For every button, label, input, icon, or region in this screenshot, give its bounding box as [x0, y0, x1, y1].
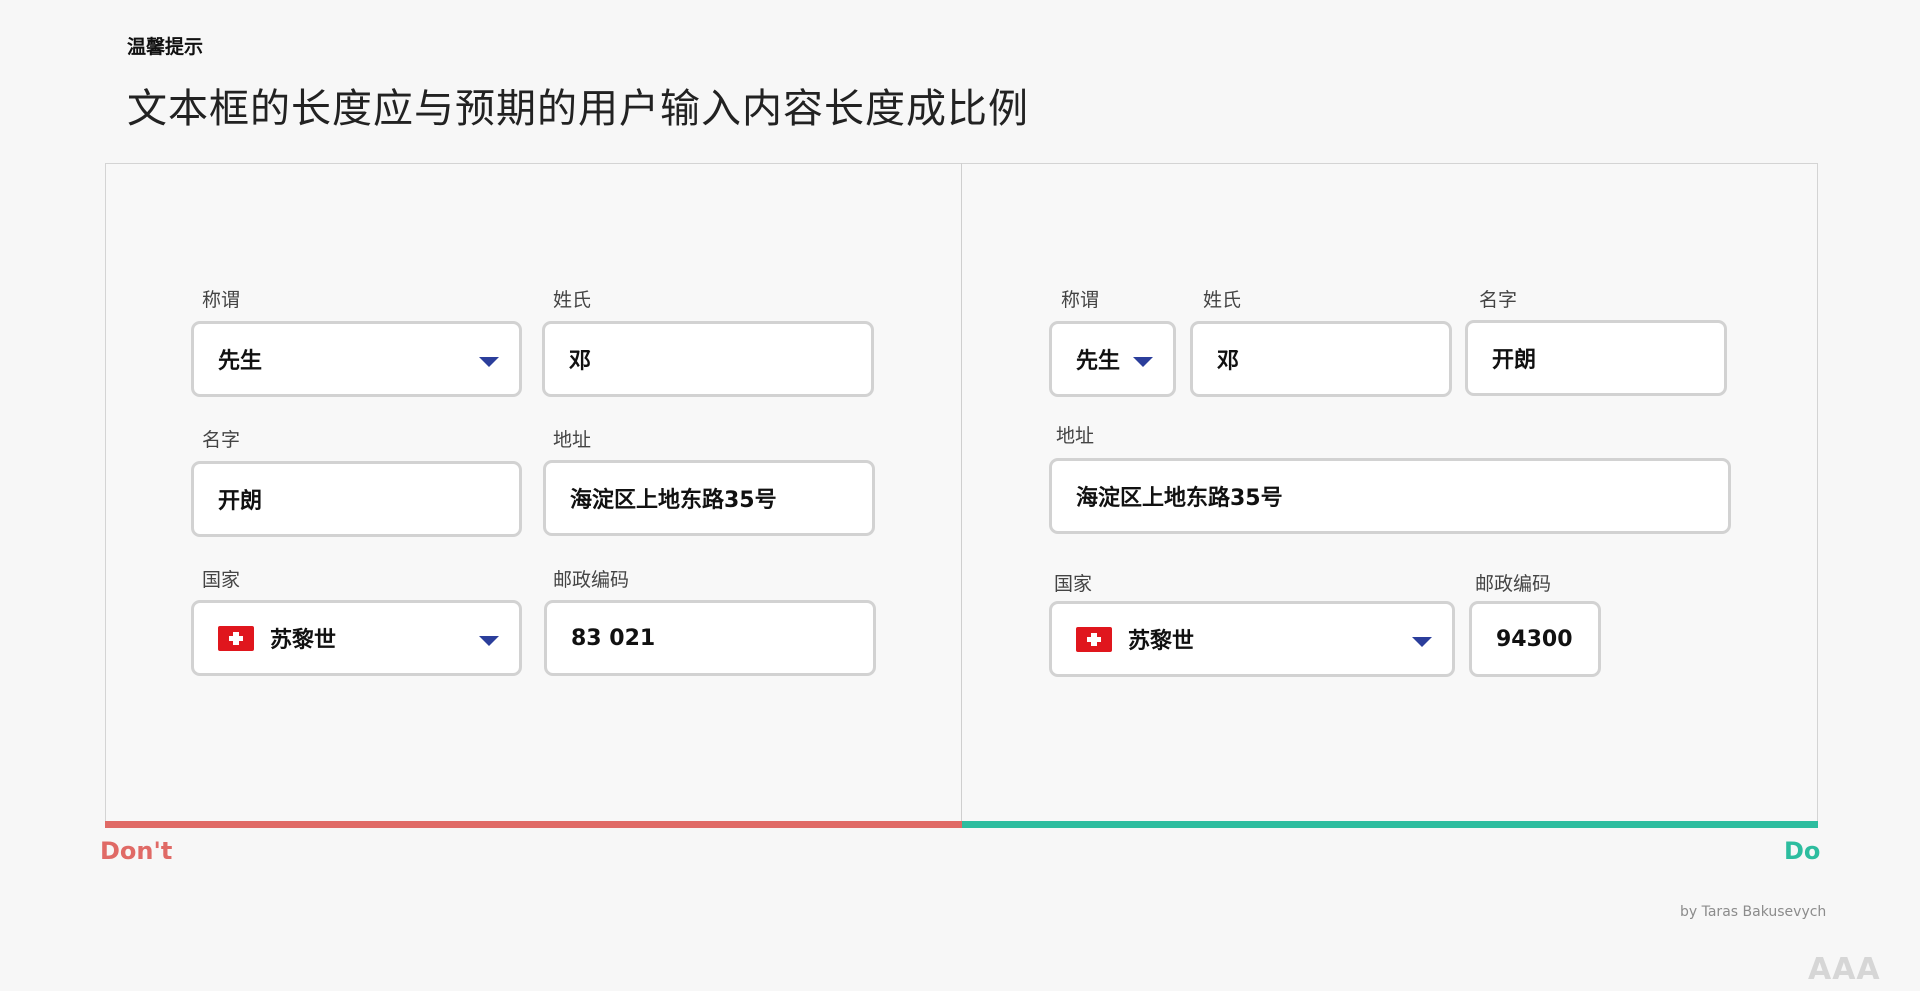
postal-code-input[interactable]: 83 021 — [544, 600, 876, 676]
country-label: 国家 — [202, 569, 241, 591]
postal-code-value: 94300 — [1496, 626, 1573, 652]
chevron-down-icon — [1412, 637, 1432, 647]
address-input[interactable]: 海淀区上地东路35号 — [543, 460, 875, 536]
country-select[interactable]: 苏黎世 — [1049, 601, 1455, 677]
address-label: 地址 — [553, 429, 592, 451]
given-name-label: 名字 — [1479, 289, 1518, 311]
country-select[interactable]: 苏黎世 — [191, 600, 522, 676]
address-input[interactable]: 海淀区上地东路35号 — [1049, 458, 1731, 534]
given-name-value: 开朗 — [1492, 348, 1537, 373]
chevron-down-icon — [479, 636, 499, 646]
postal-code-value: 83 021 — [571, 625, 656, 651]
surname-value: 邓 — [569, 349, 592, 374]
dont-label: Don't — [100, 837, 173, 865]
given-name-input[interactable]: 开朗 — [1465, 320, 1727, 396]
postal-code-label: 邮政编码 — [553, 569, 630, 591]
salutation-value: 先生 — [218, 349, 263, 374]
do-label: Do — [1784, 837, 1821, 865]
given-name-value: 开朗 — [218, 489, 263, 514]
do-accent-bar — [962, 821, 1818, 828]
credit-text: by Taras Bakusevych — [1680, 904, 1827, 920]
surname-input[interactable]: 邓 — [542, 321, 874, 397]
eyebrow-label: 温馨提示 — [127, 36, 204, 58]
country-label: 国家 — [1054, 573, 1093, 595]
country-value: 苏黎世 — [270, 628, 337, 653]
swiss-flag-icon — [218, 625, 254, 651]
salutation-value: 先生 — [1076, 349, 1121, 374]
surname-value: 邓 — [1217, 349, 1240, 374]
salutation-label: 称谓 — [202, 289, 241, 311]
salutation-label: 称谓 — [1061, 289, 1100, 311]
panel-divider — [961, 163, 962, 825]
country-value: 苏黎世 — [1128, 629, 1195, 654]
address-value: 海淀区上地东路35号 — [570, 488, 777, 513]
surname-input[interactable]: 邓 — [1190, 321, 1452, 397]
chevron-down-icon — [1133, 357, 1153, 367]
swiss-flag-icon — [1076, 626, 1112, 652]
salutation-select[interactable]: 先生 — [1049, 321, 1176, 397]
postal-code-input[interactable]: 94300 — [1469, 601, 1601, 677]
postal-code-label: 邮政编码 — [1475, 573, 1552, 595]
dont-accent-bar — [105, 821, 962, 828]
given-name-label: 名字 — [202, 429, 241, 451]
page-title: 文本框的长度应与预期的用户输入内容长度成比例 — [127, 86, 1029, 132]
address-value: 海淀区上地东路35号 — [1076, 486, 1283, 511]
given-name-input[interactable]: 开朗 — [191, 461, 522, 537]
chevron-down-icon — [479, 357, 499, 367]
watermark-logo: AAA — [1808, 952, 1881, 987]
address-label: 地址 — [1056, 425, 1095, 447]
salutation-select[interactable]: 先生 — [191, 321, 522, 397]
surname-label: 姓氏 — [553, 289, 592, 311]
surname-label: 姓氏 — [1203, 289, 1242, 311]
